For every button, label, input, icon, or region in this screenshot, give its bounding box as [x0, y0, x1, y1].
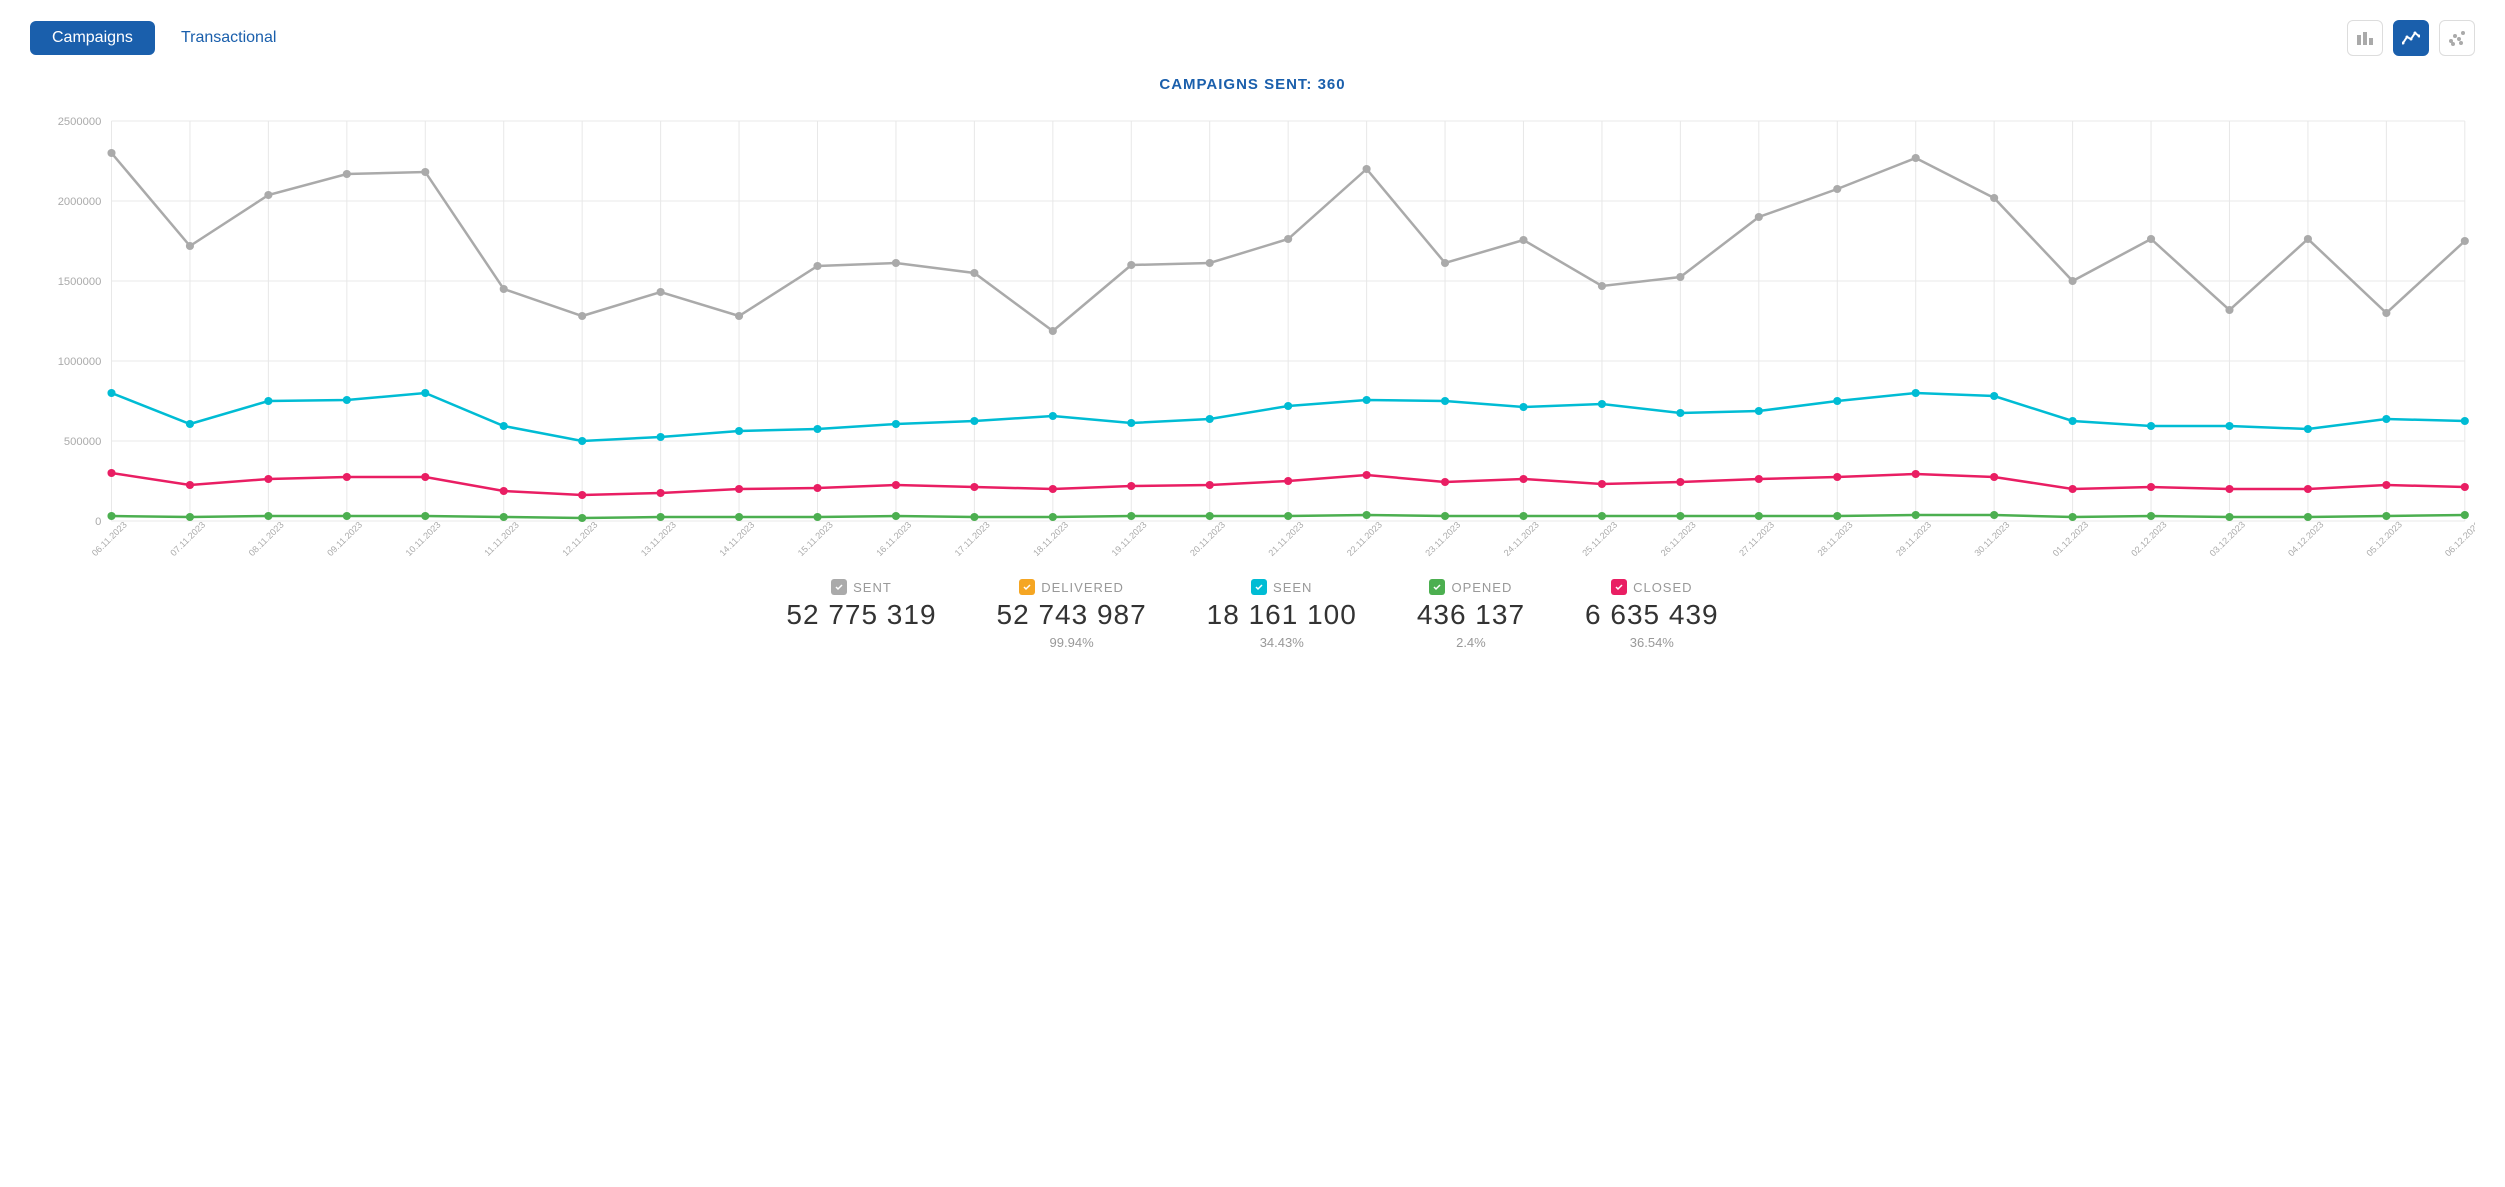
svg-text:06.12.2023: 06.12.2023 [2443, 519, 2475, 558]
seen-pct: 34.43% [1260, 635, 1304, 650]
svg-text:2000000: 2000000 [58, 196, 102, 208]
legend-closed: CLOSED 6 635 439 36.54% [1585, 579, 1719, 650]
opened-pct: 2.4% [1456, 635, 1486, 650]
svg-text:13.11.2023: 13.11.2023 [639, 520, 678, 558]
closed-check [1611, 579, 1627, 595]
svg-text:18.11.2023: 18.11.2023 [1031, 520, 1070, 558]
svg-text:05.12.2023: 05.12.2023 [2364, 519, 2404, 558]
opened-value: 436 137 [1417, 599, 1525, 631]
header: Campaigns Transactional [30, 20, 2475, 56]
legend-closed-header: CLOSED [1611, 579, 1692, 595]
delivered-label: DELIVERED [1041, 580, 1124, 595]
legend-opened: OPENED 436 137 2.4% [1417, 579, 1525, 650]
svg-text:10.11.2023: 10.11.2023 [404, 520, 443, 558]
bar-chart-icon [2356, 29, 2374, 47]
svg-text:26.11.2023: 26.11.2023 [1659, 520, 1698, 558]
line-chart-icon [2402, 29, 2420, 47]
line-chart-button[interactable] [2393, 20, 2429, 56]
svg-text:23.11.2023: 23.11.2023 [1423, 520, 1462, 558]
tab-group: Campaigns Transactional [30, 21, 298, 55]
legend-seen: SEEN 18 161 100 34.43% [1207, 579, 1357, 650]
svg-text:2500000: 2500000 [58, 116, 102, 128]
svg-text:0: 0 [95, 516, 101, 528]
seen-label: SEEN [1273, 580, 1312, 595]
closed-label: CLOSED [1633, 580, 1692, 595]
campaigns-sent-prefix: CAMPAIGNS SENT: [1159, 76, 1312, 93]
svg-text:27.11.2023: 27.11.2023 [1737, 520, 1776, 558]
svg-text:07.11.2023: 07.11.2023 [168, 520, 207, 558]
svg-text:16.11.2023: 16.11.2023 [874, 520, 913, 558]
svg-text:11.11.2023: 11.11.2023 [482, 520, 521, 558]
chart-legend: SENT 52 775 319 DELIVERED 52 743 987 99.… [30, 579, 2475, 650]
svg-text:21.11.2023: 21.11.2023 [1266, 520, 1305, 558]
chart-area: .grid-line { stroke: #e8e8e8; stroke-wid… [30, 101, 2475, 561]
svg-text:25.11.2023: 25.11.2023 [1580, 520, 1619, 558]
svg-text:08.11.2023: 08.11.2023 [247, 520, 286, 558]
svg-text:09.11.2023: 09.11.2023 [325, 520, 364, 558]
legend-delivered-header: DELIVERED [1019, 579, 1124, 595]
svg-text:04.12.2023: 04.12.2023 [2286, 519, 2326, 558]
scatter-chart-button[interactable] [2439, 20, 2475, 56]
opened-check [1429, 579, 1445, 595]
legend-opened-header: OPENED [1429, 579, 1512, 595]
delivered-pct: 99.94% [1050, 635, 1094, 650]
campaigns-sent-value: 360 [1318, 76, 1346, 93]
sent-check [831, 579, 847, 595]
svg-text:29.11.2023: 29.11.2023 [1894, 520, 1933, 558]
campaigns-sent-label: CAMPAIGNS SENT: 360 [30, 76, 2475, 93]
svg-text:20.11.2023: 20.11.2023 [1188, 520, 1227, 558]
delivered-check [1019, 579, 1035, 595]
svg-text:02.12.2023: 02.12.2023 [2129, 519, 2169, 558]
seen-check [1251, 579, 1267, 595]
svg-text:19.11.2023: 19.11.2023 [1110, 520, 1149, 558]
svg-text:14.11.2023: 14.11.2023 [717, 520, 756, 558]
svg-text:22.11.2023: 22.11.2023 [1345, 520, 1384, 558]
svg-text:28.11.2023: 28.11.2023 [1816, 520, 1855, 558]
tab-transactional[interactable]: Transactional [159, 21, 298, 55]
legend-sent: SENT 52 775 319 [786, 579, 936, 650]
svg-text:15.11.2023: 15.11.2023 [796, 520, 835, 558]
svg-text:01.12.2023: 01.12.2023 [2051, 519, 2091, 558]
closed-value: 6 635 439 [1585, 599, 1719, 631]
svg-text:17.11.2023: 17.11.2023 [953, 520, 992, 558]
svg-text:30.11.2023: 30.11.2023 [1972, 520, 2011, 558]
main-chart: .grid-line { stroke: #e8e8e8; stroke-wid… [30, 101, 2475, 561]
sent-value: 52 775 319 [786, 599, 936, 631]
svg-text:24.11.2023: 24.11.2023 [1502, 520, 1541, 558]
svg-text:1000000: 1000000 [58, 356, 102, 368]
closed-pct: 36.54% [1630, 635, 1674, 650]
svg-text:1500000: 1500000 [58, 276, 102, 288]
opened-label: OPENED [1451, 580, 1512, 595]
delivered-value: 52 743 987 [997, 599, 1147, 631]
chart-type-icons [2347, 20, 2475, 56]
legend-seen-header: SEEN [1251, 579, 1312, 595]
svg-text:500000: 500000 [64, 436, 101, 448]
legend-sent-header: SENT [831, 579, 892, 595]
svg-text:12.11.2023: 12.11.2023 [560, 520, 599, 558]
svg-text:03.12.2023: 03.12.2023 [2208, 519, 2248, 558]
seen-value: 18 161 100 [1207, 599, 1357, 631]
main-container: Campaigns Transactional [0, 0, 2505, 670]
bar-chart-button[interactable] [2347, 20, 2383, 56]
tab-campaigns[interactable]: Campaigns [30, 21, 155, 55]
legend-delivered: DELIVERED 52 743 987 99.94% [997, 579, 1147, 650]
sent-label: SENT [853, 580, 892, 595]
scatter-chart-icon [2448, 29, 2466, 47]
